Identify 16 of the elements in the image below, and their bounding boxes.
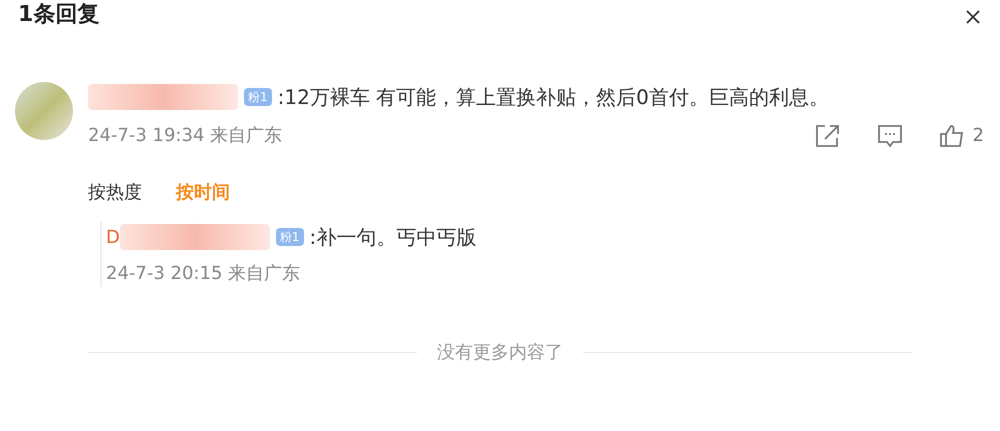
share-icon[interactable] <box>814 124 841 148</box>
like-icon[interactable] <box>938 124 965 148</box>
sort-tab[interactable]: 按时间 <box>176 179 230 206</box>
end-of-list-text: 没有更多内容了 <box>437 341 563 365</box>
reply-text: :补一句。丐中丐版 <box>310 224 476 251</box>
comment-time: 24-7-3 19:34 来自广东 <box>88 124 282 148</box>
reply-name[interactable]: D <box>106 224 120 250</box>
comment-icon[interactable] <box>876 124 903 148</box>
comment-text: :12万裸车 有可能，算上置换补贴，然后0首付。巨高的利息。 <box>278 84 829 111</box>
reply-time: 24-7-3 20:15 来自广东 <box>106 263 300 284</box>
fan-badge: 粉1 <box>276 228 304 246</box>
like-count: 2 <box>972 124 984 148</box>
close-icon[interactable] <box>966 10 980 24</box>
fan-badge: 粉1 <box>244 88 272 106</box>
panel-title: 1条回复 <box>18 2 100 28</box>
sort-tab[interactable]: 按热度 <box>88 179 142 206</box>
